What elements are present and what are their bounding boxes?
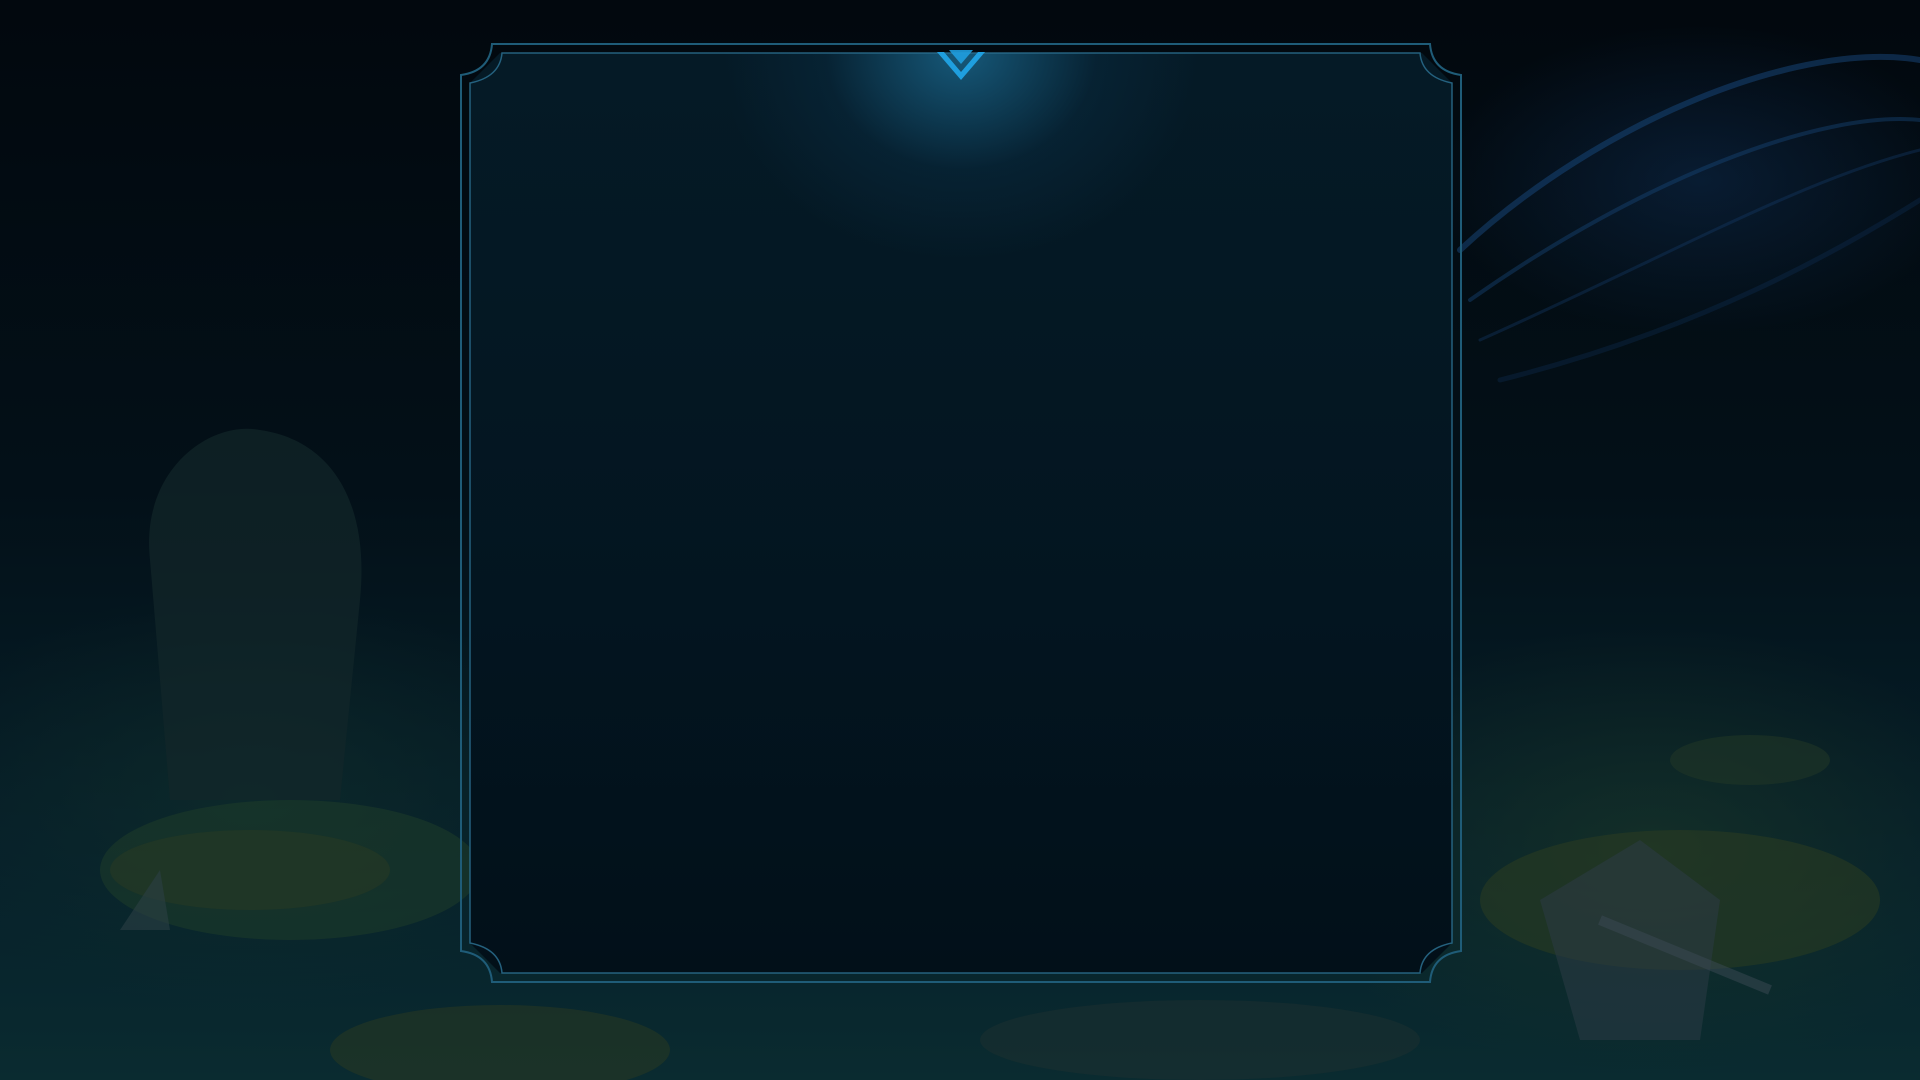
game-screen (0, 0, 1920, 1080)
modal-frame (460, 43, 1462, 983)
chevron-down-icon (937, 50, 985, 80)
magic-streaks (1457, 54, 1920, 383)
